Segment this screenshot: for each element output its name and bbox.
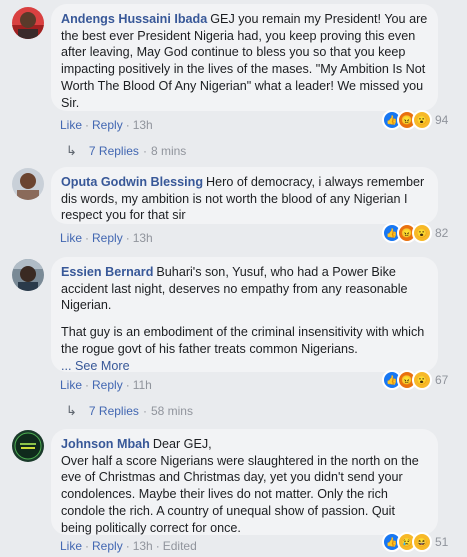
view-replies[interactable]: ↳ 7 Replies · 8 mins — [66, 143, 186, 159]
replies-count[interactable]: 7 Replies — [89, 144, 139, 158]
avatar[interactable] — [12, 430, 44, 462]
replies-count[interactable]: 7 Replies — [89, 404, 139, 418]
reaction-summary[interactable]: 👍 😢 😆 51 — [382, 532, 448, 552]
like-link[interactable]: Like — [60, 118, 82, 132]
reaction-summary[interactable]: 👍 😠 😮 67 — [382, 370, 448, 390]
reaction-count: 51 — [435, 535, 449, 549]
comment-actions: Like · Reply · 11h — [60, 378, 152, 392]
see-more-link[interactable]: ... See More — [61, 358, 428, 375]
wow-icon: 😮 — [412, 370, 432, 390]
comment-author[interactable]: Johnson Mbah — [61, 437, 150, 451]
timestamp[interactable]: 13h — [133, 231, 153, 245]
reply-link[interactable]: Reply — [92, 378, 123, 392]
replies-time: 8 mins — [150, 144, 187, 158]
reaction-count: 67 — [435, 373, 449, 387]
reply-link[interactable]: Reply — [92, 539, 123, 553]
avatar[interactable] — [12, 7, 44, 39]
comment-bubble: Johnson Mbah Dear GEJ, Over half a score … — [51, 429, 438, 535]
like-link[interactable]: Like — [60, 539, 82, 553]
view-replies[interactable]: ↳ 7 Replies · 58 mins — [66, 403, 193, 419]
comment-bubble: Andengs Hussaini Ibada GEJ you remain my … — [51, 4, 438, 111]
comment-text: GEJ you remain my President! You are the… — [61, 12, 428, 110]
reply-arrow-icon: ↳ — [66, 143, 77, 158]
reply-link[interactable]: Reply — [92, 118, 123, 132]
reply-link[interactable]: Reply — [92, 231, 123, 245]
comment-text: Dear GEJ, Over half a score Nigerians we… — [61, 437, 419, 535]
timestamp[interactable]: 13h — [133, 118, 153, 132]
comment-bubble: Oputa Godwin Blessing Hero of democracy, … — [51, 167, 438, 224]
timestamp[interactable]: 11h — [133, 378, 152, 392]
comment-actions: Like · Reply · 13h — [60, 118, 153, 132]
edited-label[interactable]: Edited — [163, 539, 197, 553]
comment-actions: Like · Reply · 13h · Edited — [60, 539, 197, 553]
wow-icon: 😮 — [412, 110, 432, 130]
reaction-count: 94 — [435, 113, 449, 127]
reaction-summary[interactable]: 👍 😠 😮 82 — [382, 223, 448, 243]
comment-author[interactable]: Essien Bernard — [61, 265, 153, 279]
avatar[interactable] — [12, 168, 44, 200]
comment-author[interactable]: Andengs Hussaini Ibada — [61, 12, 207, 26]
wow-icon: 😮 — [412, 223, 432, 243]
reply-arrow-icon: ↳ — [66, 403, 77, 418]
comment-actions: Like · Reply · 13h — [60, 231, 153, 245]
reaction-count: 82 — [435, 226, 449, 240]
comment-text-2: That guy is an embodiment of the crimina… — [61, 325, 425, 356]
replies-time: 58 mins — [150, 404, 193, 418]
comment-author[interactable]: Oputa Godwin Blessing — [61, 175, 203, 189]
comment-bubble: Essien Bernard Buhari's son, Yusuf, who h… — [51, 257, 438, 375]
timestamp[interactable]: 13h — [133, 539, 153, 553]
haha-icon: 😆 — [412, 532, 432, 552]
like-link[interactable]: Like — [60, 231, 82, 245]
reaction-summary[interactable]: 👍 😠 😮 94 — [382, 110, 448, 130]
avatar[interactable] — [12, 259, 44, 291]
like-link[interactable]: Like — [60, 378, 82, 392]
